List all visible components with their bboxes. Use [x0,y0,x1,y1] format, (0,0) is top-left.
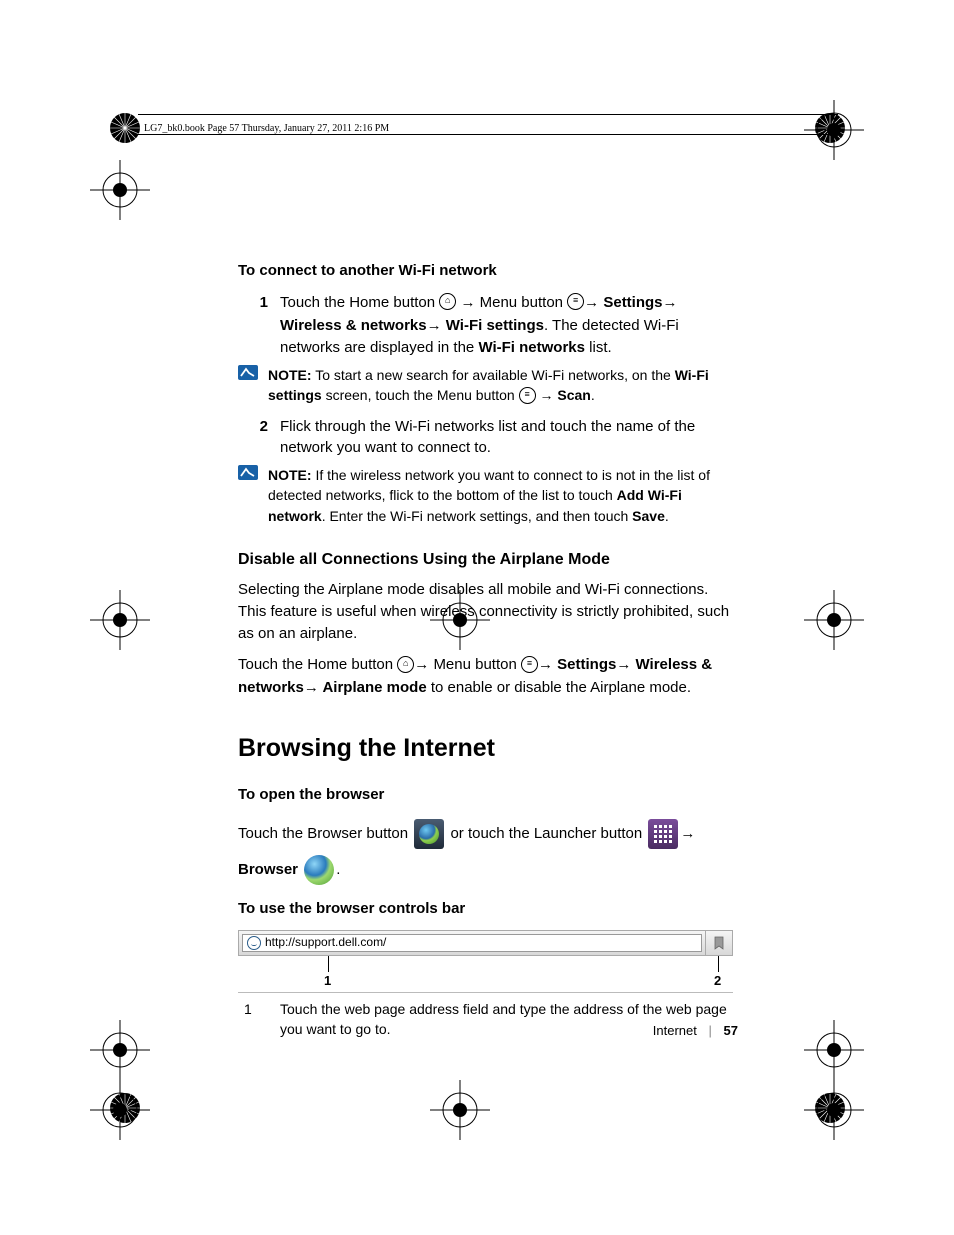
favicon-icon [247,936,261,950]
browser-globe-icon [304,855,334,885]
launcher-button-icon [648,819,678,849]
note-icon [238,465,268,526]
step-body: Touch the Home button ⌂ → Menu button ≡→… [280,292,738,359]
registration-mark-icon [804,1080,864,1140]
section-title-controls-bar: To use the browser controls bar [238,898,738,920]
divider [238,992,733,993]
note-body: NOTE: If the wireless network you want t… [268,465,738,526]
registration-mark-icon [804,590,864,650]
callout-number: 1 [238,999,280,1040]
step-row: 1 Touch the Home button ⌂ → Menu button … [238,292,738,359]
note-body: NOTE: To start a new search for availabl… [268,365,738,408]
header-rule [138,114,838,115]
crop-mark-icon [107,110,143,146]
section-title-open-browser: To open the browser [238,784,738,806]
note-row: NOTE: To start a new search for availabl… [238,365,738,408]
paragraph: Touch the Browser button or touch the La… [238,816,738,888]
registration-mark-icon [90,590,150,650]
paragraph: Touch the Home button ⌂→ Menu button ≡→ … [238,654,738,700]
registration-mark-icon [430,1080,490,1140]
menu-icon: ≡ [567,293,584,310]
chapter-title: Browsing the Internet [238,730,738,766]
home-icon: ⌂ [439,293,456,310]
note-icon [238,365,268,408]
browser-button-icon [414,819,444,849]
registration-mark-icon [90,1080,150,1140]
bookmark-button[interactable] [705,931,732,955]
footer-section: Internet [653,1023,697,1038]
browser-controls-bar: http://support.dell.com/ 1 2 [238,930,738,986]
step-number: 1 [238,292,280,359]
menu-icon: ≡ [521,656,538,673]
step-row: 2 Flick through the Wi-Fi networks list … [238,416,738,460]
address-url: http://support.dell.com/ [265,934,386,951]
step-number: 2 [238,416,280,460]
menu-icon: ≡ [519,387,536,404]
address-field[interactable]: http://support.dell.com/ [242,934,702,952]
registration-mark-icon [90,160,150,220]
section-title-airplane-mode: Disable all Connections Using the Airpla… [238,548,738,571]
note-row: NOTE: If the wireless network you want t… [238,465,738,526]
home-icon: ⌂ [397,656,414,673]
registration-mark-icon [804,1020,864,1080]
page-footer: Internet | 57 [653,1022,738,1041]
paragraph: Selecting the Airplane mode disables all… [238,579,738,644]
page-number: 57 [724,1023,738,1038]
registration-mark-icon [804,100,864,160]
section-title-connect-wifi: To connect to another Wi-Fi network [238,260,738,282]
header-rule [138,134,838,135]
registration-mark-icon [90,1020,150,1080]
step-body: Flick through the Wi-Fi networks list an… [280,416,738,460]
callout-labels: 1 2 [238,956,733,986]
